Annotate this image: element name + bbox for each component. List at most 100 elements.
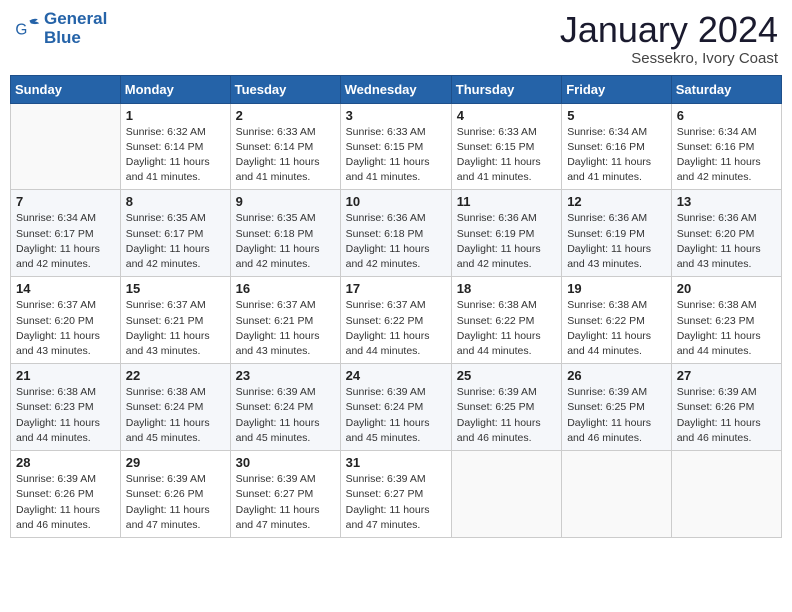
day-info: Sunrise: 6:39 AMSunset: 6:24 PMDaylight:…	[346, 385, 446, 446]
day-info: Sunrise: 6:33 AMSunset: 6:14 PMDaylight:…	[236, 125, 335, 186]
day-info: Sunrise: 6:36 AMSunset: 6:20 PMDaylight:…	[677, 211, 776, 272]
day-info: Sunrise: 6:39 AMSunset: 6:26 PMDaylight:…	[126, 472, 225, 533]
calendar-cell: 6 Sunrise: 6:34 AMSunset: 6:16 PMDaylight…	[671, 103, 781, 190]
day-number: 19	[567, 281, 666, 296]
day-number: 18	[457, 281, 556, 296]
calendar-cell: 5 Sunrise: 6:34 AMSunset: 6:16 PMDaylight…	[562, 103, 672, 190]
day-number: 15	[126, 281, 225, 296]
calendar-cell: 9 Sunrise: 6:35 AMSunset: 6:18 PMDaylight…	[230, 190, 340, 277]
day-number: 21	[16, 368, 115, 383]
calendar-cell: 13Sunrise: 6:36 AMSunset: 6:20 PMDayligh…	[671, 190, 781, 277]
day-number: 26	[567, 368, 666, 383]
calendar-cell: 16 Sunrise: 6:37 AMSunset: 6:21 PMDayligh…	[230, 277, 340, 364]
day-info: Sunrise: 6:34 AMSunset: 6:16 PMDaylight:…	[677, 125, 776, 186]
day-number: 25	[457, 368, 556, 383]
day-number: 7	[16, 194, 115, 209]
day-info: Sunrise: 6:39 AMSunset: 6:27 PMDaylight:…	[236, 472, 335, 533]
day-number: 27	[677, 368, 776, 383]
logo-text: General Blue	[44, 10, 107, 47]
day-info: Sunrise: 6:35 AMSunset: 6:18 PMDaylight:…	[236, 211, 335, 272]
svg-text:G: G	[15, 21, 27, 38]
logo: G General Blue	[14, 10, 107, 47]
day-number: 24	[346, 368, 446, 383]
day-number: 14	[16, 281, 115, 296]
day-info: Sunrise: 6:32 AMSunset: 6:14 PMDaylight:…	[126, 125, 225, 186]
title-block: January 2024 Sessekro, Ivory Coast	[560, 10, 778, 67]
calendar-cell: 20Sunrise: 6:38 AMSunset: 6:23 PMDayligh…	[671, 277, 781, 364]
weekday-header: Thursday	[451, 75, 561, 103]
day-info: Sunrise: 6:39 AMSunset: 6:26 PMDaylight:…	[677, 385, 776, 446]
calendar-cell: 25 Sunrise: 6:39 AMSunset: 6:25 PMDayligh…	[451, 364, 561, 451]
calendar-cell	[451, 451, 561, 538]
calendar-cell: 4 Sunrise: 6:33 AMSunset: 6:15 PMDaylight…	[451, 103, 561, 190]
calendar-cell: 14 Sunrise: 6:37 AMSunset: 6:20 PMDayligh…	[11, 277, 121, 364]
calendar-cell: 12 Sunrise: 6:36 AMSunset: 6:19 PMDayligh…	[562, 190, 672, 277]
calendar-cell: 7 Sunrise: 6:34 AMSunset: 6:17 PMDaylight…	[11, 190, 121, 277]
calendar-cell: 8Sunrise: 6:35 AMSunset: 6:17 PMDaylight…	[120, 190, 230, 277]
day-number: 23	[236, 368, 335, 383]
calendar-cell: 26 Sunrise: 6:39 AMSunset: 6:25 PMDayligh…	[562, 364, 672, 451]
day-number: 4	[457, 108, 556, 123]
day-info: Sunrise: 6:36 AMSunset: 6:19 PMDaylight:…	[567, 211, 666, 272]
day-info: Sunrise: 6:38 AMSunset: 6:24 PMDaylight:…	[126, 385, 225, 446]
month-title: January 2024	[560, 10, 778, 50]
day-number: 3	[346, 108, 446, 123]
day-info: Sunrise: 6:37 AMSunset: 6:21 PMDaylight:…	[236, 298, 335, 359]
day-number: 11	[457, 194, 556, 209]
day-number: 30	[236, 455, 335, 470]
day-info: Sunrise: 6:36 AMSunset: 6:19 PMDaylight:…	[457, 211, 556, 272]
day-number: 10	[346, 194, 446, 209]
page-header: G General Blue January 2024 Sessekro, Iv…	[10, 10, 782, 67]
day-number: 2	[236, 108, 335, 123]
calendar-week-row: 28 Sunrise: 6:39 AMSunset: 6:26 PMDayligh…	[11, 451, 782, 538]
day-info: Sunrise: 6:33 AMSunset: 6:15 PMDaylight:…	[346, 125, 446, 186]
day-info: Sunrise: 6:33 AMSunset: 6:15 PMDaylight:…	[457, 125, 556, 186]
calendar-cell: 15 Sunrise: 6:37 AMSunset: 6:21 PMDayligh…	[120, 277, 230, 364]
calendar-week-row: 21Sunrise: 6:38 AMSunset: 6:23 PMDayligh…	[11, 364, 782, 451]
calendar-cell: 31 Sunrise: 6:39 AMSunset: 6:27 PMDayligh…	[340, 451, 451, 538]
calendar-cell: 18Sunrise: 6:38 AMSunset: 6:22 PMDayligh…	[451, 277, 561, 364]
calendar-week-row: 14 Sunrise: 6:37 AMSunset: 6:20 PMDayligh…	[11, 277, 782, 364]
day-info: Sunrise: 6:39 AMSunset: 6:26 PMDaylight:…	[16, 472, 115, 533]
day-number: 1	[126, 108, 225, 123]
day-number: 8	[126, 194, 225, 209]
calendar-header-row: SundayMondayTuesdayWednesdayThursdayFrid…	[11, 75, 782, 103]
day-info: Sunrise: 6:37 AMSunset: 6:20 PMDaylight:…	[16, 298, 115, 359]
day-info: Sunrise: 6:37 AMSunset: 6:22 PMDaylight:…	[346, 298, 446, 359]
day-number: 9	[236, 194, 335, 209]
calendar-cell: 21Sunrise: 6:38 AMSunset: 6:23 PMDayligh…	[11, 364, 121, 451]
calendar-cell: 24 Sunrise: 6:39 AMSunset: 6:24 PMDayligh…	[340, 364, 451, 451]
day-number: 17	[346, 281, 446, 296]
day-info: Sunrise: 6:39 AMSunset: 6:25 PMDaylight:…	[457, 385, 556, 446]
calendar-cell: 11 Sunrise: 6:36 AMSunset: 6:19 PMDayligh…	[451, 190, 561, 277]
day-number: 5	[567, 108, 666, 123]
day-number: 28	[16, 455, 115, 470]
day-number: 29	[126, 455, 225, 470]
calendar-cell: 27 Sunrise: 6:39 AMSunset: 6:26 PMDayligh…	[671, 364, 781, 451]
logo-blue: Blue	[44, 28, 81, 47]
day-number: 16	[236, 281, 335, 296]
calendar-cell: 3 Sunrise: 6:33 AMSunset: 6:15 PMDaylight…	[340, 103, 451, 190]
calendar-cell: 19Sunrise: 6:38 AMSunset: 6:22 PMDayligh…	[562, 277, 672, 364]
location-subtitle: Sessekro, Ivory Coast	[560, 50, 778, 67]
calendar-cell: 10Sunrise: 6:36 AMSunset: 6:18 PMDayligh…	[340, 190, 451, 277]
day-info: Sunrise: 6:34 AMSunset: 6:17 PMDaylight:…	[16, 211, 115, 272]
day-info: Sunrise: 6:39 AMSunset: 6:27 PMDaylight:…	[346, 472, 446, 533]
weekday-header: Wednesday	[340, 75, 451, 103]
calendar-cell: 29 Sunrise: 6:39 AMSunset: 6:26 PMDayligh…	[120, 451, 230, 538]
day-info: Sunrise: 6:34 AMSunset: 6:16 PMDaylight:…	[567, 125, 666, 186]
calendar-cell	[562, 451, 672, 538]
day-number: 22	[126, 368, 225, 383]
day-number: 6	[677, 108, 776, 123]
day-number: 31	[346, 455, 446, 470]
calendar-cell	[671, 451, 781, 538]
weekday-header: Friday	[562, 75, 672, 103]
calendar-week-row: 7 Sunrise: 6:34 AMSunset: 6:17 PMDaylight…	[11, 190, 782, 277]
logo-icon: G	[14, 15, 42, 43]
day-info: Sunrise: 6:38 AMSunset: 6:23 PMDaylight:…	[677, 298, 776, 359]
day-info: Sunrise: 6:39 AMSunset: 6:25 PMDaylight:…	[567, 385, 666, 446]
day-number: 12	[567, 194, 666, 209]
day-info: Sunrise: 6:37 AMSunset: 6:21 PMDaylight:…	[126, 298, 225, 359]
calendar-cell: 1 Sunrise: 6:32 AMSunset: 6:14 PMDaylight…	[120, 103, 230, 190]
calendar-cell: 22 Sunrise: 6:38 AMSunset: 6:24 PMDayligh…	[120, 364, 230, 451]
